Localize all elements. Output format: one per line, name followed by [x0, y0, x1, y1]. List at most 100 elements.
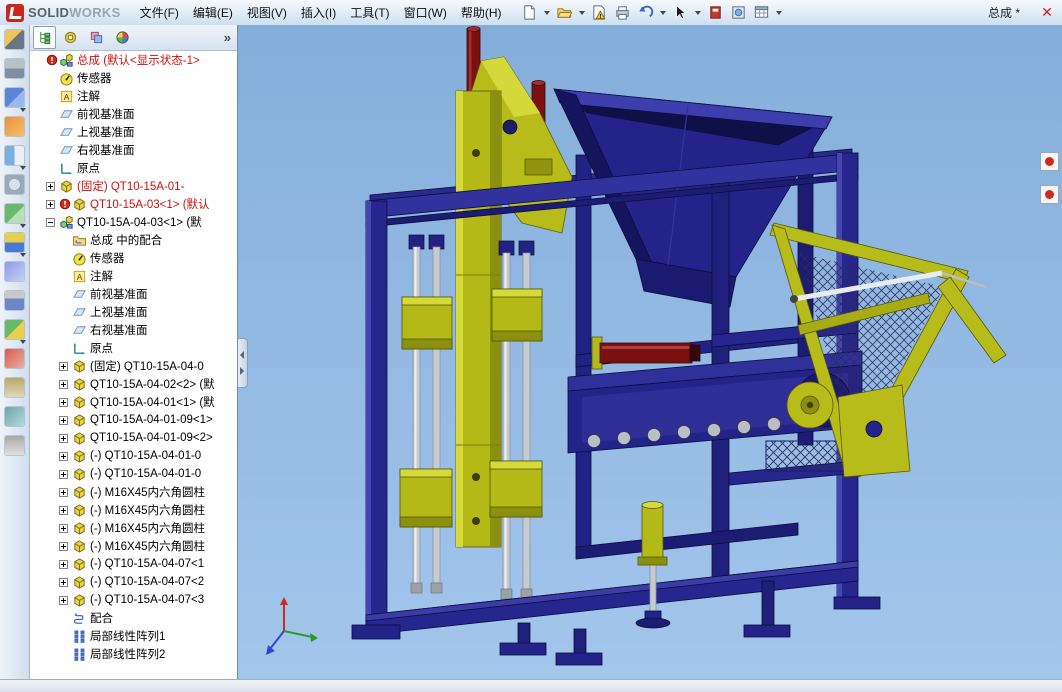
design-table-dropdown-icon[interactable] [775, 10, 782, 15]
expand-icon[interactable] [59, 415, 68, 425]
undo-icon[interactable] [635, 2, 656, 23]
new-document-dropdown-icon[interactable] [543, 10, 550, 15]
tree-item[interactable]: (-) QT10-15A-04-01-0 [30, 465, 237, 483]
expand-icon[interactable] [59, 469, 68, 479]
tab-feature-manager[interactable] [33, 26, 56, 49]
mass-properties-icon[interactable] [5, 407, 24, 426]
toolbox-icon[interactable] [705, 2, 726, 23]
menu-edit[interactable]: 编辑(E) [186, 1, 240, 24]
tree-item[interactable]: 上视基准面 [30, 303, 237, 321]
print-icon[interactable] [612, 2, 633, 23]
menu-insert[interactable]: 插入(I) [294, 1, 343, 24]
tree-item[interactable]: 局部线性阵列2 [30, 645, 237, 663]
expand-icon[interactable] [59, 487, 68, 497]
expand-icon[interactable] [59, 595, 68, 605]
section-view-icon[interactable] [5, 146, 26, 170]
sketch-icon[interactable] [5, 30, 24, 49]
menu-help[interactable]: 帮助(H) [454, 1, 509, 24]
tree-item[interactable]: (-) M16X45内六角圆柱 [30, 483, 237, 501]
exploded-view-icon[interactable] [5, 320, 26, 344]
expand-icon[interactable] [59, 505, 68, 515]
menu-window[interactable]: 窗口(W) [397, 1, 454, 24]
close-icon[interactable]: ✕ [1036, 4, 1058, 21]
tree-item[interactable]: 前视基准面 [30, 105, 237, 123]
tree-item[interactable]: QT10-15A-03<1> (默认 [30, 195, 237, 213]
tree-item[interactable]: (固定) QT10-15A-04-0 [30, 357, 237, 375]
assembly-icon [46, 53, 74, 68]
floating-red-button-icon[interactable] [1040, 185, 1059, 204]
expand-icon[interactable] [59, 541, 68, 551]
equations-icon[interactable] [5, 436, 24, 455]
design-table-icon[interactable] [751, 2, 772, 23]
tree-item[interactable]: 右视基准面 [30, 141, 237, 159]
tab-display-manager[interactable] [111, 26, 134, 49]
tree-item[interactable]: (固定) QT10-15A-01- [30, 177, 237, 195]
tree-item[interactable]: 配合 [30, 609, 237, 627]
tree-item[interactable]: 总成 中的配合 [30, 231, 237, 249]
new-document-icon[interactable] [519, 2, 540, 23]
tree-item[interactable]: QT10-15A-04-01-09<2> [30, 429, 237, 447]
panel-splitter-handle[interactable] [238, 338, 248, 388]
expand-icon[interactable] [59, 397, 68, 407]
tab-property-manager[interactable] [59, 26, 82, 49]
undo-dropdown-icon[interactable] [659, 10, 666, 15]
menu-file[interactable]: 文件(F) [133, 1, 186, 24]
appearance-icon[interactable] [5, 117, 24, 136]
select-arrow-icon[interactable] [670, 2, 691, 23]
expand-icon[interactable] [46, 199, 55, 209]
expand-icon[interactable] [59, 559, 68, 569]
tree-item[interactable]: (-) M16X45内六角圆柱 [30, 537, 237, 555]
select-dropdown-icon[interactable] [694, 10, 701, 15]
tree-item[interactable]: 原点 [30, 159, 237, 177]
graphics-viewport[interactable] [238, 25, 1062, 680]
tree-item[interactable]: 原点 [30, 339, 237, 357]
expand-icon[interactable] [59, 577, 68, 587]
expand-icon[interactable] [59, 433, 68, 443]
tree-item[interactable]: QT10-15A-04-03<1> (默 [30, 213, 237, 231]
open-dropdown-icon[interactable] [578, 10, 585, 15]
rotate-view-icon[interactable] [5, 175, 24, 194]
move-component-icon[interactable] [5, 262, 24, 281]
collapse-icon[interactable] [46, 217, 55, 227]
tree-item[interactable]: (-) QT10-15A-04-07<2 [30, 573, 237, 591]
tree-item[interactable]: 注解 [30, 267, 237, 285]
menu-view[interactable]: 视图(V) [240, 1, 294, 24]
expand-icon[interactable] [59, 379, 68, 389]
tree-item[interactable]: QT10-15A-04-01-09<1> [30, 411, 237, 429]
tab-configuration-manager[interactable] [85, 26, 108, 49]
document-warning-icon[interactable] [589, 2, 610, 23]
tree-item[interactable]: 传感器 [30, 69, 237, 87]
pattern-icon[interactable] [5, 88, 26, 112]
tree-item[interactable]: 注解 [30, 87, 237, 105]
expand-icon[interactable] [46, 181, 55, 191]
tree-item[interactable]: 传感器 [30, 249, 237, 267]
tree-item[interactable]: QT10-15A-04-01<1> (默 [30, 393, 237, 411]
expand-icon[interactable] [59, 523, 68, 533]
view-settings-icon[interactable] [728, 2, 749, 23]
floating-red-button-icon[interactable] [1040, 152, 1059, 171]
menu-tools[interactable]: 工具(T) [343, 1, 396, 24]
matefolder-icon [72, 233, 87, 248]
tree-item[interactable]: 前视基准面 [30, 285, 237, 303]
open-folder-icon[interactable] [554, 2, 575, 23]
expand-icon[interactable] [59, 361, 68, 371]
tree-item[interactable]: 上视基准面 [30, 123, 237, 141]
mate-icon[interactable] [5, 233, 26, 257]
tree-item[interactable]: 局部线性阵列1 [30, 627, 237, 645]
interference-detection-icon[interactable] [5, 349, 24, 368]
tree-item[interactable]: (-) M16X45内六角圆柱 [30, 519, 237, 537]
dimension-icon[interactable] [5, 59, 24, 78]
measure-icon[interactable] [5, 378, 24, 397]
tree-item[interactable]: (-) QT10-15A-04-07<1 [30, 555, 237, 573]
tree-item[interactable]: (-) QT10-15A-04-07<3 [30, 591, 237, 609]
insert-component-icon[interactable] [5, 204, 26, 228]
tree-item[interactable]: (-) QT10-15A-04-01-0 [30, 447, 237, 465]
tree-item[interactable]: (-) M16X45内六角圆柱 [30, 501, 237, 519]
expand-icon[interactable] [59, 451, 68, 461]
smart-fastener-icon[interactable] [5, 291, 24, 310]
tree-item[interactable]: 总成 (默认<显示状态-1> [30, 51, 237, 69]
tree-item[interactable]: 右视基准面 [30, 321, 237, 339]
tabs-overflow-button[interactable]: » [224, 30, 234, 45]
tree-item-label: 前视基准面 [77, 109, 135, 121]
tree-item[interactable]: QT10-15A-04-02<2> (默 [30, 375, 237, 393]
